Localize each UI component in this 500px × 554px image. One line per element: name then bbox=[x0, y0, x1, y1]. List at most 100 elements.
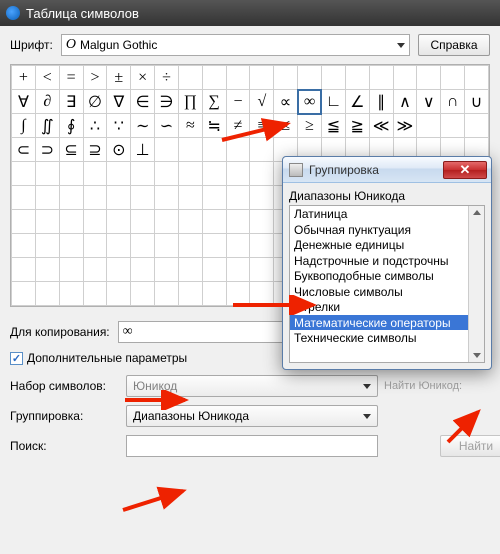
grid-cell[interactable]: ∝ bbox=[274, 90, 298, 114]
grid-cell[interactable]: ∑ bbox=[202, 90, 226, 114]
grid-cell[interactable]: ∽ bbox=[155, 114, 179, 138]
grid-cell[interactable]: ∃ bbox=[59, 90, 83, 114]
grid-cell[interactable]: ∀ bbox=[12, 90, 36, 114]
dialog-close-button[interactable]: ✕ bbox=[443, 161, 487, 179]
grid-cell[interactable]: ∞ bbox=[298, 90, 322, 114]
grid-cell[interactable]: ∅ bbox=[83, 90, 107, 114]
grid-cell[interactable]: × bbox=[131, 66, 155, 90]
grid-cell[interactable]: ≪ bbox=[369, 114, 393, 138]
grid-cell[interactable]: ≠ bbox=[226, 114, 250, 138]
dialog-titlebar[interactable]: Группировка ✕ bbox=[283, 157, 491, 183]
font-label: Шрифт: bbox=[10, 38, 53, 52]
grid-cell bbox=[369, 66, 393, 90]
help-button[interactable]: Справка bbox=[418, 34, 490, 56]
grid-cell[interactable]: ⊂ bbox=[12, 138, 36, 162]
grid-cell bbox=[107, 162, 131, 186]
grid-cell[interactable]: ∮ bbox=[59, 114, 83, 138]
grid-cell[interactable]: ≤ bbox=[274, 114, 298, 138]
grid-cell[interactable]: ≥ bbox=[298, 114, 322, 138]
grouping-select[interactable]: Диапазоны Юникода bbox=[126, 405, 378, 427]
dialog-listbox[interactable]: ЛатиницаОбычная пунктуацияДенежные едини… bbox=[289, 205, 485, 363]
grid-cell[interactable]: ≈ bbox=[178, 114, 202, 138]
grid-cell bbox=[178, 234, 202, 258]
grid-cell[interactable]: ⊥ bbox=[131, 138, 155, 162]
grid-cell[interactable]: ∬ bbox=[35, 114, 59, 138]
grid-cell[interactable]: ∩ bbox=[441, 90, 465, 114]
grid-cell bbox=[202, 138, 226, 162]
grid-cell[interactable]: ⊆ bbox=[59, 138, 83, 162]
grid-cell[interactable]: ⊙ bbox=[107, 138, 131, 162]
grid-cell[interactable]: − bbox=[226, 90, 250, 114]
grid-cell[interactable]: + bbox=[12, 66, 36, 90]
grid-cell[interactable]: ∵ bbox=[107, 114, 131, 138]
grid-cell bbox=[155, 234, 179, 258]
grid-cell bbox=[178, 186, 202, 210]
grid-cell bbox=[131, 234, 155, 258]
grid-cell bbox=[12, 210, 36, 234]
grid-cell bbox=[202, 282, 226, 306]
grid-cell[interactable]: ∴ bbox=[83, 114, 107, 138]
grid-cell[interactable]: < bbox=[35, 66, 59, 90]
grid-cell[interactable]: ∏ bbox=[178, 90, 202, 114]
grouping-value: Диапазоны Юникода bbox=[133, 409, 249, 423]
grid-cell[interactable]: ⊃ bbox=[35, 138, 59, 162]
grid-cell[interactable]: ⊇ bbox=[83, 138, 107, 162]
grid-cell[interactable]: ≧ bbox=[345, 114, 369, 138]
grid-cell[interactable]: ∪ bbox=[465, 90, 489, 114]
check-icon: ✓ bbox=[10, 352, 23, 365]
grid-cell bbox=[465, 66, 489, 90]
grid-cell[interactable]: ∧ bbox=[393, 90, 417, 114]
grid-cell bbox=[59, 186, 83, 210]
app-icon bbox=[6, 6, 20, 20]
list-item[interactable]: Латиница bbox=[290, 206, 484, 222]
grid-cell[interactable]: ∨ bbox=[417, 90, 441, 114]
grid-cell[interactable]: > bbox=[83, 66, 107, 90]
grid-cell bbox=[59, 234, 83, 258]
grid-cell[interactable]: = bbox=[59, 66, 83, 90]
grid-cell[interactable]: ∈ bbox=[131, 90, 155, 114]
list-item[interactable]: Надстрочные и подстрочны bbox=[290, 253, 484, 269]
grid-cell[interactable]: ∋ bbox=[155, 90, 179, 114]
grid-cell[interactable]: ∼ bbox=[131, 114, 155, 138]
list-item[interactable]: Стрелки bbox=[290, 299, 484, 315]
font-select[interactable]: O Malgun Gothic bbox=[61, 34, 410, 56]
grid-cell[interactable]: ≡ bbox=[250, 114, 274, 138]
grid-cell bbox=[12, 234, 36, 258]
grid-cell[interactable]: ± bbox=[107, 66, 131, 90]
charset-label: Набор символов: bbox=[10, 379, 120, 393]
list-item[interactable]: Обычная пунктуация bbox=[290, 222, 484, 238]
list-item[interactable]: Технические символы bbox=[290, 330, 484, 346]
grid-cell[interactable]: √ bbox=[250, 90, 274, 114]
scrollbar[interactable] bbox=[468, 206, 484, 362]
list-item[interactable]: Математические операторы bbox=[290, 315, 484, 331]
grid-cell[interactable]: ∥ bbox=[369, 90, 393, 114]
window-title: Таблица символов bbox=[26, 6, 139, 21]
grid-cell bbox=[83, 234, 107, 258]
grid-cell[interactable]: ∠ bbox=[345, 90, 369, 114]
grid-cell[interactable]: ∟ bbox=[321, 90, 345, 114]
list-item[interactable]: Буквоподобные символы bbox=[290, 268, 484, 284]
grid-cell bbox=[178, 138, 202, 162]
font-name: Malgun Gothic bbox=[80, 38, 157, 52]
list-item[interactable]: Числовые символы bbox=[290, 284, 484, 300]
grid-cell bbox=[107, 186, 131, 210]
find-button[interactable]: Найти bbox=[440, 435, 500, 457]
grid-cell bbox=[131, 282, 155, 306]
grid-cell[interactable]: ≒ bbox=[202, 114, 226, 138]
grid-cell bbox=[35, 186, 59, 210]
grid-cell bbox=[83, 186, 107, 210]
grid-cell bbox=[274, 66, 298, 90]
grid-cell bbox=[178, 66, 202, 90]
grid-cell[interactable]: ≦ bbox=[321, 114, 345, 138]
grid-cell bbox=[417, 66, 441, 90]
charset-select[interactable]: Юникод bbox=[126, 375, 378, 397]
grid-cell[interactable]: ∇ bbox=[107, 90, 131, 114]
grid-cell bbox=[393, 66, 417, 90]
grid-cell[interactable]: ÷ bbox=[155, 66, 179, 90]
font-sample-icon: O bbox=[66, 37, 76, 53]
list-item[interactable]: Денежные единицы bbox=[290, 237, 484, 253]
grid-cell[interactable]: ∂ bbox=[35, 90, 59, 114]
search-input[interactable] bbox=[126, 435, 378, 457]
grid-cell[interactable]: ≫ bbox=[393, 114, 417, 138]
grid-cell[interactable]: ∫ bbox=[12, 114, 36, 138]
